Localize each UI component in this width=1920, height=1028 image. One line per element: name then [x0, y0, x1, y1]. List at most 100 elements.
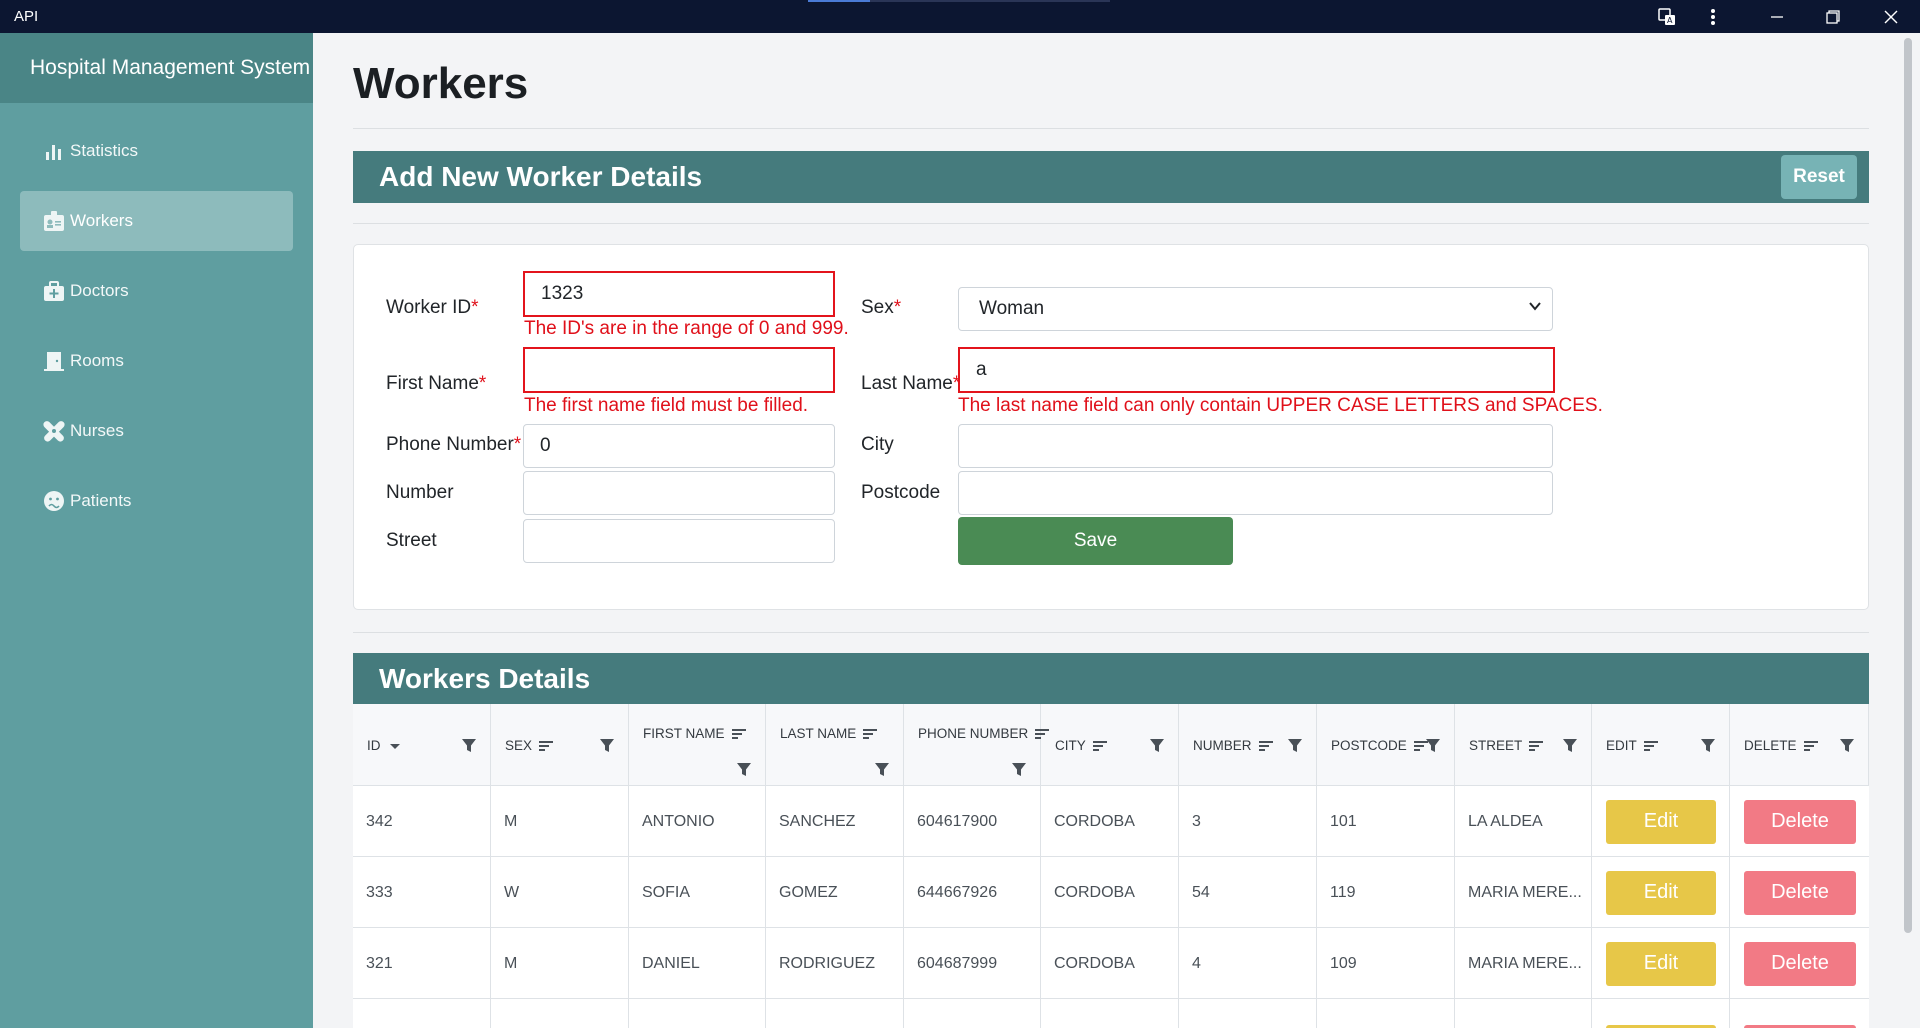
- column-header-delete[interactable]: DELETE: [1730, 704, 1869, 786]
- table-row: 321 M DANIEL RODRIGUEZ 604687999 CORDOBA 4 109 M…: [353, 928, 1869, 999]
- column-header-street[interactable]: STREET: [1455, 704, 1592, 786]
- column-header-label: POSTCODE: [1331, 738, 1407, 753]
- cell-city: CORDOBA: [1041, 857, 1179, 928]
- filter-icon[interactable]: [1700, 738, 1716, 754]
- filter-icon[interactable]: [1562, 738, 1578, 754]
- cell-delete: Delete: [1730, 999, 1869, 1028]
- edit-button[interactable]: Edit: [1606, 941, 1716, 986]
- translate-icon[interactable]: A: [1650, 4, 1684, 30]
- first-name-input[interactable]: [523, 347, 835, 393]
- filter-icon[interactable]: [1425, 738, 1441, 754]
- filter-icon[interactable]: [1839, 738, 1855, 754]
- worker-form: Worker ID* 1323 The ID's are in the rang…: [353, 244, 1869, 610]
- column-header-postcode[interactable]: POSTCODE: [1317, 704, 1455, 786]
- filter-icon[interactable]: [1011, 762, 1027, 778]
- sidebar-item-rooms[interactable]: Rooms: [20, 331, 293, 391]
- column-header-number[interactable]: NUMBER: [1179, 704, 1317, 786]
- cell-phone-number: [904, 999, 1041, 1028]
- reset-button[interactable]: Reset: [1781, 155, 1857, 199]
- delete-button[interactable]: Delete: [1744, 799, 1856, 844]
- last-name-input[interactable]: a: [958, 347, 1555, 393]
- delete-button[interactable]: Delete: [1744, 941, 1856, 986]
- workers-table: ID SEX FIRST NAME LAST NAME PHONE NUMBER CITY…: [353, 704, 1869, 1028]
- sort-icon[interactable]: [856, 727, 878, 741]
- delete-button[interactable]: Delete: [1744, 870, 1856, 915]
- worker-id-input[interactable]: 1323: [523, 271, 835, 317]
- sidebar-item-label: Workers: [70, 211, 133, 230]
- sidebar-item-patients[interactable]: Patients: [20, 471, 293, 531]
- cell-number: 3: [1179, 786, 1317, 857]
- sidebar: Hospital Management System Statistics Wo…: [0, 33, 313, 1028]
- column-header-first-name[interactable]: FIRST NAME: [629, 704, 766, 786]
- sidebar-item-statistics[interactable]: Statistics: [20, 121, 293, 181]
- close-icon[interactable]: [1874, 4, 1908, 30]
- filter-icon[interactable]: [1287, 738, 1303, 754]
- column-header-label: EDIT: [1606, 738, 1637, 753]
- sort-icon[interactable]: [532, 739, 554, 753]
- sort-icon[interactable]: [1522, 739, 1544, 753]
- column-header-id[interactable]: ID: [353, 704, 491, 786]
- sort-arrow-icon[interactable]: [381, 741, 401, 751]
- cell-number: 4: [1179, 928, 1317, 999]
- sort-icon[interactable]: [725, 727, 747, 741]
- sidebar-item-nurses[interactable]: Nurses: [20, 401, 293, 461]
- cell-id: 321: [353, 928, 491, 999]
- cell-phone-number: 604617900: [904, 786, 1041, 857]
- column-header-sex[interactable]: SEX: [491, 704, 629, 786]
- window-titlebar: API A: [0, 0, 1920, 33]
- sidebar-item-workers[interactable]: Workers: [20, 191, 293, 251]
- column-header-label: PHONE NUMBER: [918, 726, 1029, 741]
- edit-button[interactable]: Edit: [1606, 870, 1716, 915]
- table-row: Edit Delete: [353, 999, 1869, 1028]
- cell-number: [1179, 999, 1317, 1028]
- filter-icon[interactable]: [736, 762, 752, 778]
- filter-icon[interactable]: [461, 738, 477, 754]
- postcode-input[interactable]: [958, 471, 1553, 515]
- sex-select[interactable]: Woman: [958, 287, 1553, 331]
- sort-icon[interactable]: [1637, 739, 1659, 753]
- phone-input[interactable]: 0: [523, 424, 835, 468]
- sidebar-item-doctors[interactable]: Doctors: [20, 261, 293, 321]
- table-row: 333 W SOFIA GOMEZ 644667926 CORDOBA 54 119 MARIA…: [353, 857, 1869, 928]
- id-badge-icon: [42, 209, 66, 233]
- sex-label: Sex*: [861, 297, 902, 318]
- column-header-label: STREET: [1469, 738, 1523, 753]
- sidebar-nav: Statistics Workers Doctors Rooms Nurses …: [0, 103, 313, 531]
- sort-icon[interactable]: [1086, 739, 1108, 753]
- cell-city: CORDOBA: [1041, 786, 1179, 857]
- svg-text:A: A: [1667, 16, 1673, 25]
- vertical-scrollbar[interactable]: [1904, 38, 1912, 933]
- cell-first-name: DANIEL: [629, 928, 766, 999]
- cell-last-name: SANCHEZ: [766, 786, 904, 857]
- sort-icon[interactable]: [1252, 739, 1274, 753]
- delete-button[interactable]: Delete: [1744, 1024, 1856, 1028]
- column-header-label: FIRST NAME: [643, 726, 725, 741]
- brand-title: Hospital Management System: [0, 33, 313, 103]
- minimize-icon[interactable]: [1760, 4, 1794, 30]
- more-options-icon[interactable]: [1696, 4, 1730, 30]
- filter-icon[interactable]: [874, 762, 890, 778]
- medical-kit-icon: [42, 279, 66, 303]
- column-header-edit[interactable]: EDIT: [1592, 704, 1730, 786]
- city-input[interactable]: [958, 424, 1553, 468]
- sort-icon[interactable]: [1797, 739, 1819, 753]
- number-input[interactable]: [523, 471, 835, 515]
- filter-icon[interactable]: [599, 738, 615, 754]
- edit-button[interactable]: Edit: [1606, 1024, 1716, 1028]
- worker-id-error: The ID's are in the range of 0 and 999.: [524, 318, 849, 339]
- cell-street: MARIA MERE...: [1455, 928, 1592, 999]
- column-header-label: CITY: [1055, 738, 1086, 753]
- column-header-phone-number[interactable]: PHONE NUMBER: [904, 704, 1050, 786]
- cell-last-name: GOMEZ: [766, 857, 904, 928]
- bar-chart-icon: [42, 139, 66, 163]
- sidebar-item-label: Doctors: [70, 281, 129, 300]
- edit-button[interactable]: Edit: [1606, 799, 1716, 844]
- column-header-city[interactable]: CITY: [1041, 704, 1179, 786]
- street-input[interactable]: [523, 519, 835, 563]
- column-header-last-name[interactable]: LAST NAME: [766, 704, 904, 786]
- cell-street: LA ALDEA: [1455, 786, 1592, 857]
- cell-last-name: RODRIGUEZ: [766, 928, 904, 999]
- filter-icon[interactable]: [1149, 738, 1165, 754]
- restore-icon[interactable]: [1816, 4, 1850, 30]
- save-button[interactable]: Save: [958, 517, 1233, 565]
